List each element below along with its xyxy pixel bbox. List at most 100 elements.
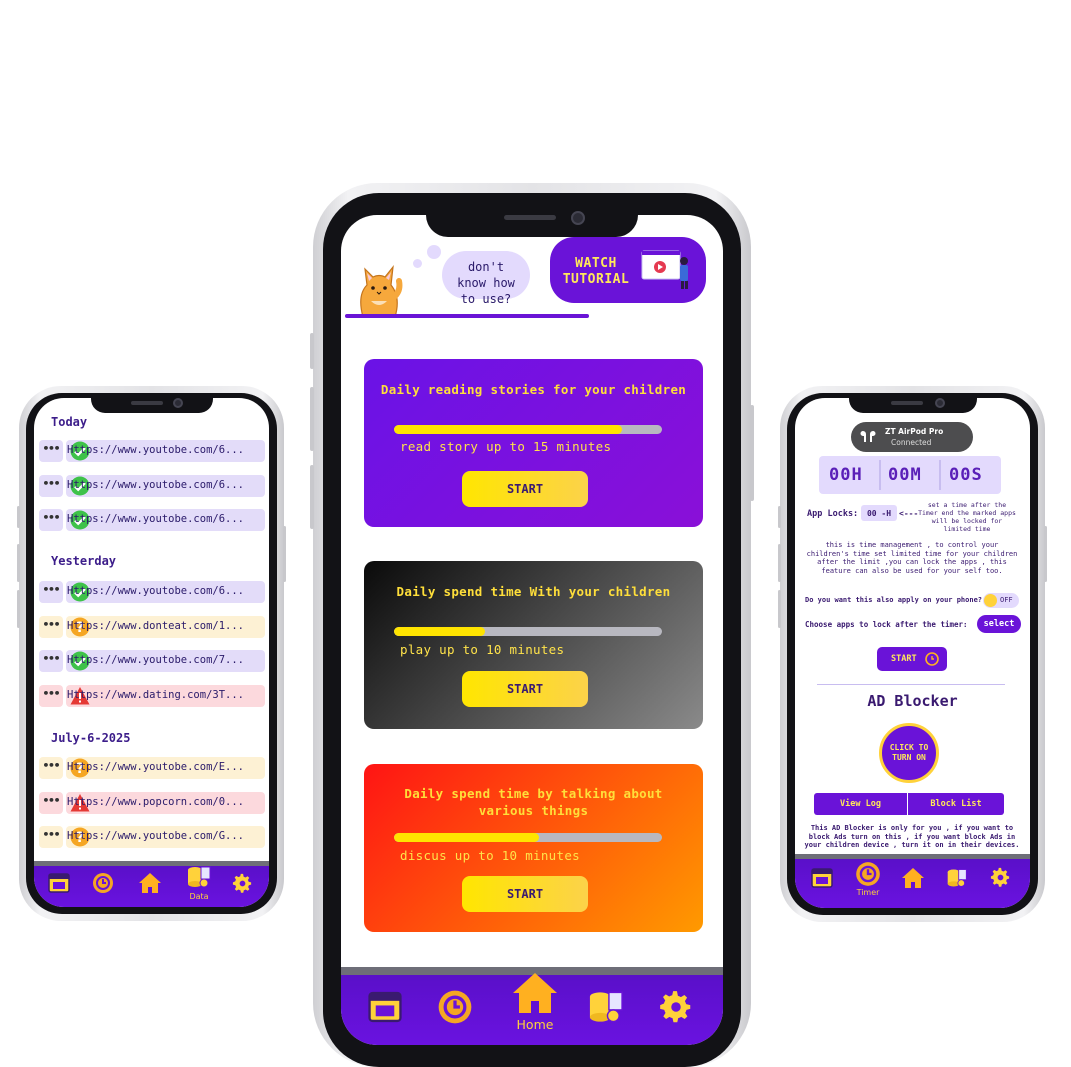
- settings-icon[interactable]: [231, 872, 254, 895]
- data-icon[interactable]: [186, 865, 212, 889]
- block-list-button[interactable]: Block List: [908, 793, 1004, 815]
- row-menu-button[interactable]: •••: [39, 509, 63, 531]
- home-icon[interactable]: [901, 867, 925, 889]
- card-title: Daily spend time With your children: [396, 584, 671, 599]
- history-url[interactable]: Https://www.youtobe.com/6...: [67, 444, 244, 456]
- timer-phone: ZT AirPod Pro Connected 00H 00M 00S App …: [778, 386, 1047, 922]
- history-url[interactable]: Https://www.dating.com/3T...: [67, 689, 244, 701]
- activity-card: Daily spend time With your children play …: [364, 561, 703, 729]
- nav-label-data: Data: [189, 892, 209, 901]
- card-subtitle: play up to 10 minutes: [400, 642, 565, 657]
- history-row[interactable]: ••• Https://www.youtobe.com/6...: [39, 581, 265, 603]
- app-locks-hours-input[interactable]: 00 -H: [861, 505, 897, 521]
- card-title: Daily reading stories for your children: [380, 382, 687, 397]
- card-progress-fill: [394, 833, 539, 842]
- tutorial-video-icon: [641, 250, 688, 289]
- history-row[interactable]: ••• Https://www.dating.com/3T...: [39, 685, 265, 707]
- home-icon[interactable]: [138, 872, 162, 894]
- history-phone: Today ••• Https://www.youtobe.com/6... ••• H…: [17, 386, 286, 921]
- history-section-title: Today: [51, 415, 88, 429]
- card-progress-fill: [394, 425, 622, 434]
- view-log-button[interactable]: View Log: [814, 793, 907, 815]
- history-url[interactable]: Https://www.youtobe.com/E...: [67, 761, 244, 773]
- card-progress-bar: [394, 627, 662, 636]
- history-url[interactable]: Https://www.youtobe.com/G...: [67, 830, 244, 842]
- timer-bottom-nav: Timer: [795, 854, 1030, 908]
- card-start-button[interactable]: START: [462, 876, 588, 912]
- apply-phone-question: Do you want this also apply on your phon…: [805, 596, 983, 604]
- help-bubble: don't know how to use?: [442, 251, 530, 306]
- history-row[interactable]: •••? Https://www.youtobe.com/E...: [39, 757, 265, 779]
- history-bottom-nav: Data: [34, 861, 269, 907]
- select-apps-button[interactable]: select: [977, 615, 1021, 633]
- data-icon[interactable]: [587, 989, 625, 1025]
- choose-apps-label: Choose apps to lock after the timer:: [805, 620, 968, 629]
- app-locks-label: App Locks:: [807, 509, 859, 519]
- video-icon[interactable]: [368, 991, 402, 1023]
- ad-blocker-note: This AD Blocker is only for you , if you…: [804, 824, 1020, 850]
- video-icon[interactable]: [48, 873, 70, 893]
- row-menu-button[interactable]: •••: [39, 616, 63, 638]
- card-subtitle: read story up to 15 minutes: [400, 439, 612, 454]
- timer-description: this is time management , to control you…: [806, 541, 1018, 575]
- airpods-icon: [860, 431, 876, 442]
- row-menu-button[interactable]: •••: [39, 685, 63, 707]
- card-subtitle: discus up to 10 minutes: [400, 848, 580, 863]
- cat-mascot-icon: [360, 265, 403, 318]
- history-row[interactable]: •••? Https://www.donteat.com/1...: [39, 616, 265, 638]
- history-section-title: July-6-2025: [51, 731, 131, 745]
- row-menu-button[interactable]: •••: [39, 440, 63, 462]
- settings-icon[interactable]: [989, 866, 1012, 889]
- timer-icon[interactable]: [92, 872, 114, 894]
- clock-icon: [925, 652, 939, 666]
- timer-icon[interactable]: [855, 861, 881, 887]
- row-menu-button[interactable]: •••: [39, 650, 63, 672]
- home-icon[interactable]: [510, 971, 560, 1015]
- history-row[interactable]: ••• Https://www.youtobe.com/6...: [39, 440, 265, 462]
- timer-icon[interactable]: [437, 989, 473, 1025]
- history-url[interactable]: Https://www.youtobe.com/6...: [67, 585, 244, 597]
- home-bottom-nav: Home: [341, 967, 723, 1045]
- row-menu-button[interactable]: •••: [39, 757, 63, 779]
- row-menu-button[interactable]: •••: [39, 581, 63, 603]
- card-progress-bar: [394, 425, 662, 434]
- timer-screen: ZT AirPod Pro Connected 00H 00M 00S App …: [795, 398, 1030, 908]
- history-row[interactable]: ••• Https://www.youtobe.com/6...: [39, 475, 265, 497]
- countdown-display[interactable]: 00H 00M 00S: [819, 456, 1001, 494]
- ad-blocker-title: AD Blocker: [867, 692, 958, 710]
- history-row[interactable]: ••• Https://www.youtobe.com/7...: [39, 650, 265, 672]
- card-progress-fill: [394, 627, 485, 636]
- history-url[interactable]: Https://www.youtobe.com/6...: [67, 479, 244, 491]
- row-menu-button[interactable]: •••: [39, 792, 63, 814]
- history-url[interactable]: Https://www.popcorn.com/0...: [67, 796, 244, 808]
- history-url[interactable]: Https://www.youtobe.com/6...: [67, 513, 244, 525]
- row-menu-button[interactable]: •••: [39, 475, 63, 497]
- airpod-connection-popup: ZT AirPod Pro Connected: [851, 422, 973, 452]
- timer-start-button[interactable]: START: [877, 647, 947, 671]
- data-icon[interactable]: [946, 867, 968, 889]
- card-progress-bar: [394, 833, 662, 842]
- settings-icon[interactable]: [657, 988, 695, 1026]
- history-row[interactable]: •••? Https://www.youtobe.com/G...: [39, 826, 265, 848]
- home-screen: don't know how to use? WATCH TUTORIAL Da…: [341, 215, 723, 1045]
- video-icon[interactable]: [811, 868, 833, 888]
- history-row[interactable]: ••• Https://www.popcorn.com/0...: [39, 792, 265, 814]
- toggle-knob: [984, 594, 997, 607]
- history-url[interactable]: Https://www.donteat.com/1...: [67, 620, 244, 632]
- card-start-button[interactable]: START: [462, 671, 588, 707]
- app-locks-arrow: <---: [899, 509, 919, 518]
- row-menu-button[interactable]: •••: [39, 826, 63, 848]
- minutes-value: 00M: [888, 465, 922, 485]
- toggle-state: OFF: [1000, 596, 1013, 604]
- nav-label-timer: Timer: [856, 888, 880, 897]
- history-screen: Today ••• Https://www.youtobe.com/6... ••• H…: [34, 398, 269, 907]
- card-start-button[interactable]: START: [462, 471, 588, 507]
- history-section-title: Yesterday: [51, 554, 117, 568]
- history-url[interactable]: Https://www.youtobe.com/7...: [67, 654, 244, 666]
- nav-label-home: Home: [516, 1017, 554, 1032]
- history-row[interactable]: ••• Https://www.youtobe.com/6...: [39, 509, 265, 531]
- ad-blocker-turn-on-button[interactable]: CLICK TO TURN ON: [879, 723, 939, 783]
- apply-phone-toggle[interactable]: OFF: [983, 593, 1019, 608]
- seconds-value: 00S: [949, 465, 983, 485]
- watch-tutorial-button[interactable]: WATCH TUTORIAL: [550, 237, 706, 303]
